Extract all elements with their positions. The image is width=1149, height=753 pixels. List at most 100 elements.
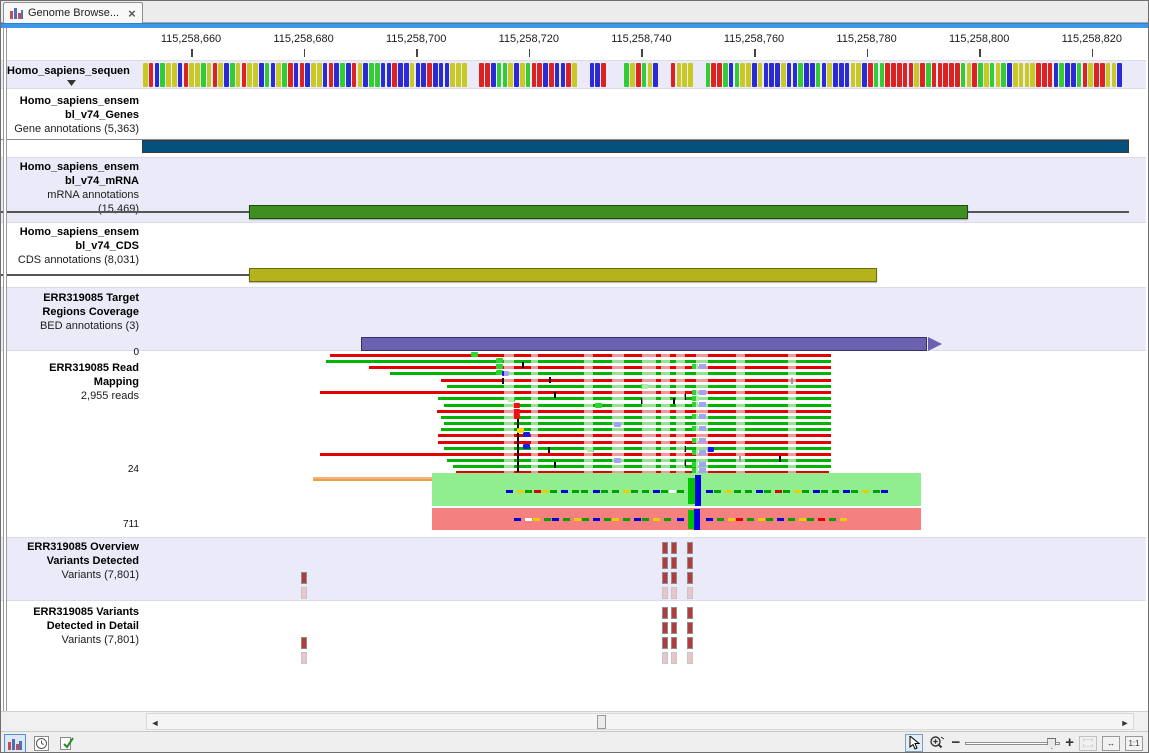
variant-mark[interactable] xyxy=(662,607,668,619)
read-line xyxy=(438,434,831,437)
coverage-mismatch-dash xyxy=(642,490,649,493)
mismatch-marker xyxy=(496,364,503,369)
coverage-mismatch-dash xyxy=(843,490,850,493)
variant-mark[interactable] xyxy=(671,557,677,569)
variant-mark-faded[interactable] xyxy=(687,652,693,664)
coverage-mismatch-dash xyxy=(881,490,888,493)
variant-mark-faded[interactable] xyxy=(671,652,677,664)
history-view-button[interactable] xyxy=(30,734,52,753)
variant-mark[interactable] xyxy=(671,622,677,634)
mrna-annotation-bar[interactable] xyxy=(249,205,968,219)
gene-annotation-bar[interactable] xyxy=(142,140,1129,153)
variant-mark[interactable] xyxy=(671,572,677,584)
variant-mark[interactable] xyxy=(662,572,668,584)
zoom-in-button[interactable]: + xyxy=(1065,734,1074,752)
sequence-base xyxy=(1100,63,1105,87)
zoom-slider[interactable] xyxy=(965,736,1060,750)
selection-box-icon xyxy=(1083,739,1093,747)
variant-mark-faded[interactable] xyxy=(301,652,307,664)
one-to-one-zoom-button[interactable]: 1:1 xyxy=(1125,736,1143,751)
variant-mark[interactable] xyxy=(687,557,693,569)
variant-mark[interactable] xyxy=(671,542,677,554)
variant-mark[interactable] xyxy=(687,542,693,554)
scrollbar-thumb[interactable] xyxy=(597,715,606,729)
variant-mark[interactable] xyxy=(662,637,668,649)
variant-mark[interactable] xyxy=(687,572,693,584)
mrna-baseline xyxy=(1,211,249,213)
scroll-right-icon[interactable]: ► xyxy=(1119,717,1131,729)
track-view[interactable]: Homo_sapiens_sequen Homo_sapiens_ensem b… xyxy=(1,28,1149,711)
ruler-label: 115,258,740 xyxy=(611,33,671,45)
variant-mark[interactable] xyxy=(687,637,693,649)
read-line xyxy=(390,372,831,375)
scroll-left-icon[interactable]: ◄ xyxy=(149,717,161,729)
tab-genome-browser[interactable]: Genome Browse... × xyxy=(3,2,143,23)
sequence-base xyxy=(810,63,815,87)
mismatch-tick xyxy=(554,462,556,468)
sequence-base xyxy=(526,63,531,87)
variant-mark[interactable] xyxy=(301,637,307,649)
variant-mark[interactable] xyxy=(662,542,668,554)
bed-region-arrow[interactable] xyxy=(361,337,927,351)
tracks-canvas[interactable]: 115,258,660115,258,680115,258,700115,258… xyxy=(1,28,1146,711)
zoom-to-selection-button[interactable] xyxy=(1079,736,1097,751)
sequence-base xyxy=(961,63,966,87)
scrollbar-track[interactable]: ◄ ► xyxy=(146,713,1134,730)
coverage-variant-bar xyxy=(688,478,695,504)
zoom-out-button[interactable]: − xyxy=(951,734,960,752)
variant-mark[interactable] xyxy=(687,607,693,619)
variant-mark-faded[interactable] xyxy=(687,587,693,599)
cds-annotation-bar[interactable] xyxy=(249,268,877,282)
sequence-base xyxy=(590,63,595,87)
pan-mode-button[interactable] xyxy=(905,734,923,752)
mismatch-tick xyxy=(549,377,551,383)
zoom-in-mode-button[interactable] xyxy=(928,734,946,752)
variant-mark[interactable] xyxy=(301,572,307,584)
variant-mark-faded[interactable] xyxy=(301,587,307,599)
fit-width-button[interactable]: ↔ xyxy=(1102,736,1120,751)
variant-mark[interactable] xyxy=(662,622,668,634)
ruler-tick xyxy=(416,49,418,57)
variant-mark-faded[interactable] xyxy=(662,652,668,664)
variant-mark-faded[interactable] xyxy=(662,587,668,599)
mismatch-marker xyxy=(595,403,602,408)
coverage-mismatch-dash xyxy=(533,518,540,521)
sequence-base xyxy=(363,63,368,87)
variant-mark[interactable] xyxy=(671,637,677,649)
variant-mark-faded[interactable] xyxy=(671,587,677,599)
tab-close-icon[interactable]: × xyxy=(128,6,136,21)
bed-region-arrowhead[interactable] xyxy=(928,337,942,351)
sequence-base xyxy=(184,63,189,87)
coverage-mismatch-dash xyxy=(642,518,649,521)
horizontal-scrollbar[interactable]: ◄ ► xyxy=(1,711,1148,731)
coverage-mismatch-dash xyxy=(552,518,559,521)
coverage-mismatch-dash xyxy=(832,490,839,493)
mismatch-tick xyxy=(779,456,781,462)
sequence-base xyxy=(595,63,600,87)
zoom-slider-thumb[interactable] xyxy=(1047,738,1056,749)
sequence-base xyxy=(1065,63,1070,87)
left-panel-divider[interactable] xyxy=(3,28,7,711)
sequence-base xyxy=(427,63,432,87)
element-info-view-button[interactable] xyxy=(56,734,78,753)
read-line xyxy=(437,410,831,413)
sequence-base xyxy=(868,63,873,87)
sequence-base xyxy=(758,63,763,87)
variant-mark[interactable] xyxy=(671,607,677,619)
variant-mark[interactable] xyxy=(662,557,668,569)
coverage-mismatch-dash xyxy=(550,490,557,493)
variant-mark[interactable] xyxy=(687,622,693,634)
sequence-base xyxy=(387,63,392,87)
sequence-base xyxy=(926,63,931,87)
track-list-view-button[interactable] xyxy=(4,734,26,753)
sequence-base xyxy=(636,63,641,87)
sequence-base xyxy=(1036,63,1041,87)
sequence-base xyxy=(920,63,925,87)
sequence-base xyxy=(775,63,780,87)
coverage-mismatch-dash xyxy=(862,490,869,493)
sequence-base xyxy=(253,63,258,87)
sequence-base xyxy=(265,63,270,87)
zoom-slider-track[interactable] xyxy=(965,742,1060,745)
coverage-mismatch-dash xyxy=(544,518,551,521)
low-coverage-column xyxy=(788,352,796,473)
